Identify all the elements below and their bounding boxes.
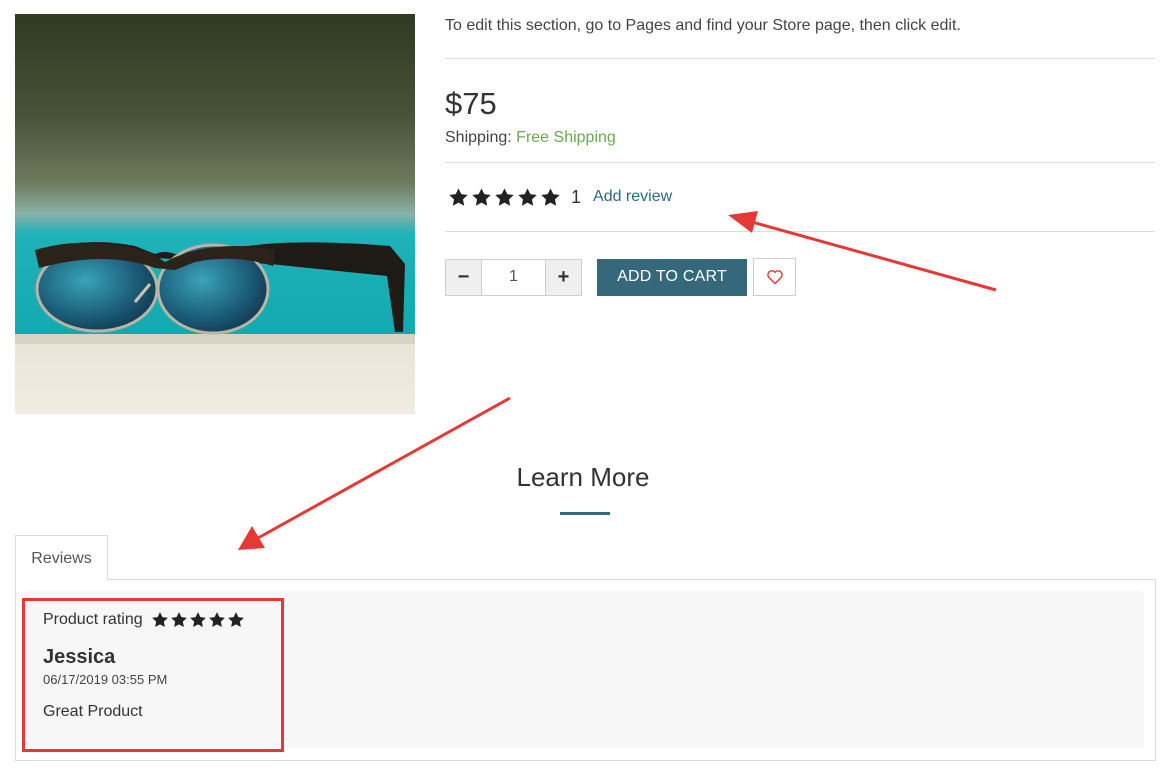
star-icon <box>541 187 560 206</box>
shipping-label: Shipping: <box>445 129 512 146</box>
add-to-cart-button[interactable]: ADD TO CART <box>597 258 747 296</box>
product-description: To edit this section, go to Pages and fi… <box>445 17 961 34</box>
increase-quantity-button[interactable]: + <box>546 259 581 295</box>
tab-reviews[interactable]: Reviews <box>15 535 108 581</box>
shipping-value: Free Shipping <box>516 129 616 146</box>
wishlist-button[interactable] <box>753 258 796 296</box>
star-icon <box>449 187 468 206</box>
star-icon <box>495 187 514 206</box>
divider <box>445 231 1155 232</box>
cart-row: − + ADD TO CART <box>445 258 1155 296</box>
quantity-stepper: − + <box>445 258 582 296</box>
title-underline <box>560 512 610 515</box>
add-review-link[interactable]: Add review <box>593 188 672 206</box>
shipping-info: Shipping: Free Shipping <box>445 129 1155 162</box>
annotation-highlight-box <box>22 598 284 752</box>
heart-icon <box>766 270 783 285</box>
rating-row: 1 Add review <box>445 163 1155 231</box>
divider <box>445 58 1155 59</box>
quantity-input[interactable] <box>481 259 546 295</box>
decrease-quantity-button[interactable]: − <box>446 259 481 295</box>
star-icon <box>518 187 537 206</box>
product-rating-stars <box>448 187 561 208</box>
review-count: 1 <box>571 186 582 207</box>
product-info: To edit this section, go to Pages and fi… <box>445 14 1155 296</box>
learn-more-title: Learn More <box>516 462 650 492</box>
star-icon <box>472 187 491 206</box>
product-price: $75 <box>445 86 497 121</box>
product-image <box>15 14 415 414</box>
